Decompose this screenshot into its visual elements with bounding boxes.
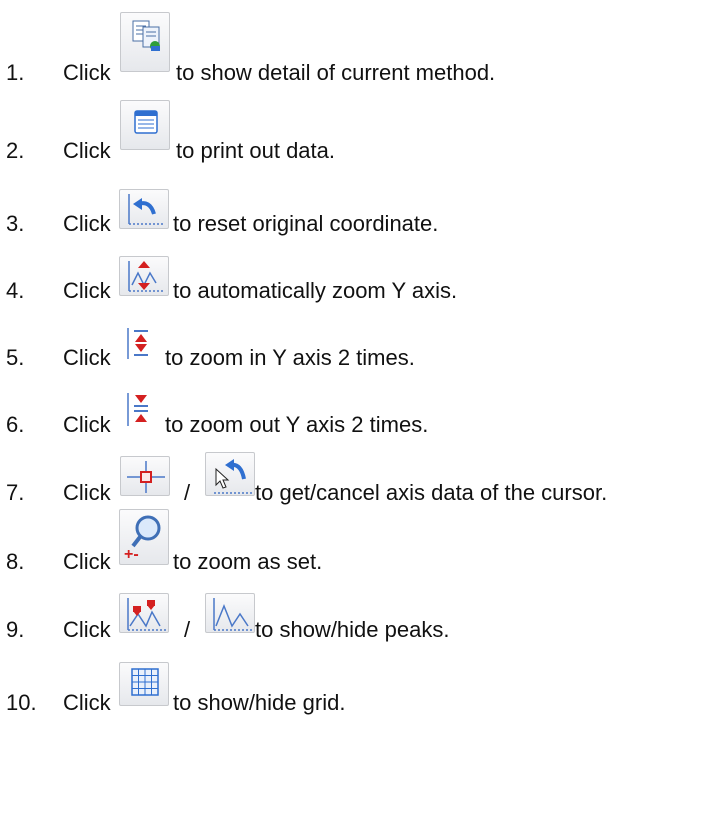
item-text: to show/hide grid. <box>173 690 346 715</box>
crosshair-cursor-icon[interactable] <box>120 456 170 496</box>
click-label: Click <box>63 690 111 715</box>
zoom-set-icon[interactable]: +- <box>119 509 169 565</box>
click-label: Click <box>63 138 111 163</box>
item-text: to show detail of current method. <box>176 60 496 85</box>
click-label: Click <box>63 617 111 642</box>
list-item: 10. Click to show/hide grid. <box>0 662 715 730</box>
item-number: 10. <box>6 690 37 715</box>
item-number: 3. <box>6 211 25 236</box>
svg-text:+-: +- <box>124 546 139 563</box>
list-item: 9. Click / to show/hide peaks. <box>0 593 715 657</box>
item-number: 2. <box>6 138 25 163</box>
item-number: 5. <box>6 345 25 370</box>
click-label: Click <box>63 412 111 437</box>
list-item: 2. Click to print out data. <box>0 100 715 178</box>
list-item: 1. Click to show detail of current metho… <box>0 12 715 100</box>
cancel-cursor-icon[interactable] <box>205 452 255 496</box>
zoom-in-y-icon[interactable] <box>122 325 170 363</box>
list-item: 4. Click to automatically zoom Y axis. <box>0 256 715 318</box>
click-label: Click <box>63 549 111 574</box>
item-number: 6. <box>6 412 25 437</box>
click-label: Click <box>63 60 111 85</box>
item-number: 8. <box>6 549 25 574</box>
click-label: Click <box>63 211 111 236</box>
list-item: 7. Click / to get/cancel axis data of th… <box>0 452 715 520</box>
list-item: 6. Click to zoom out Y axis 2 times. <box>0 393 715 452</box>
separator: / <box>184 480 191 505</box>
auto-zoom-y-icon[interactable] <box>119 256 169 296</box>
method-detail-icon[interactable] <box>120 12 170 72</box>
item-number: 7. <box>6 480 25 505</box>
show-peaks-icon[interactable] <box>119 593 169 633</box>
item-text: to zoom as set. <box>173 549 323 574</box>
list-item: 8. Click +- to zoom as set. <box>0 509 715 589</box>
click-label: Click <box>63 345 111 370</box>
hide-peaks-icon[interactable] <box>205 593 255 633</box>
click-label: Click <box>63 480 111 505</box>
item-text: to zoom out Y axis 2 times. <box>165 412 429 437</box>
separator: / <box>184 617 191 642</box>
item-text: to print out data. <box>176 138 335 163</box>
item-text: to automatically zoom Y axis. <box>173 278 458 303</box>
item-text: to reset original coordinate. <box>173 211 439 236</box>
item-number: 4. <box>6 278 25 303</box>
item-number: 9. <box>6 617 25 642</box>
item-number: 1. <box>6 60 25 85</box>
print-icon[interactable] <box>120 100 170 150</box>
item-text: to zoom in Y axis 2 times. <box>165 345 415 370</box>
list-item: 3. Click to reset original coordinate. <box>0 189 715 251</box>
item-text: to get/cancel axis data of the cursor. <box>255 480 608 505</box>
reset-coordinate-icon[interactable] <box>119 189 169 229</box>
zoom-out-y-icon[interactable] <box>122 390 170 430</box>
click-label: Click <box>63 278 111 303</box>
list-item: 5. Click to zoom in Y axis 2 times. <box>0 328 715 385</box>
item-text: to show/hide peaks. <box>255 617 450 642</box>
grid-icon[interactable] <box>119 662 169 706</box>
